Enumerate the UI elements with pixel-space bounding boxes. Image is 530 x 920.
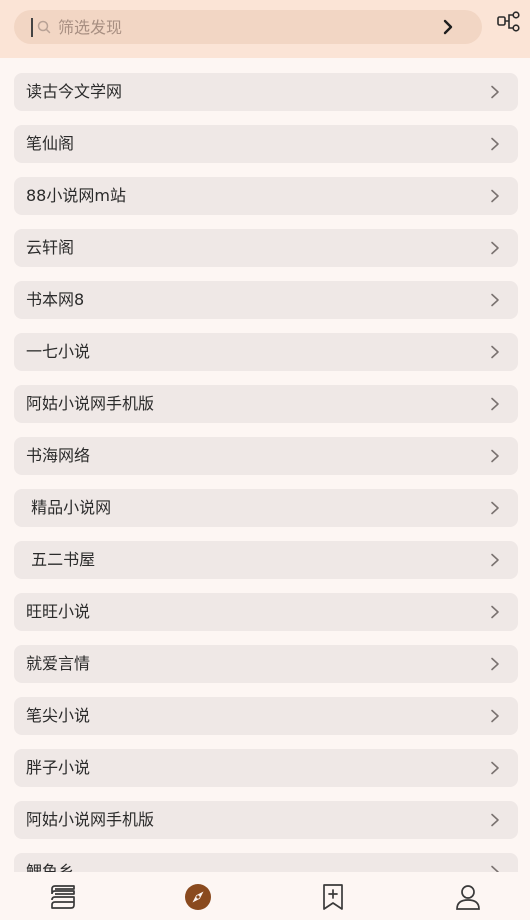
- source-list-item[interactable]: 胖子小说: [14, 749, 518, 787]
- source-list-item[interactable]: 云轩阁: [14, 229, 518, 267]
- chevron-right-icon: [491, 85, 499, 99]
- chevron-right-icon: [491, 397, 499, 411]
- source-name: 读古今文学网: [26, 82, 123, 101]
- source-list-item[interactable]: 88小说网m站: [14, 177, 518, 215]
- source-name: 就爱言情: [26, 654, 91, 673]
- source-name: 笔仙阁: [26, 134, 75, 153]
- text-caret: [31, 18, 33, 37]
- source-list-item[interactable]: 笔仙阁: [14, 125, 518, 163]
- source-list-item[interactable]: 阿姑小说网手机版: [14, 801, 518, 839]
- source-name: 一七小说: [26, 342, 91, 361]
- source-name: 书海网络: [26, 446, 91, 465]
- source-name: 五二书屋: [26, 550, 96, 569]
- source-list-item[interactable]: 阿姑小说网手机版: [14, 385, 518, 423]
- source-name: 笔尖小说: [26, 706, 91, 725]
- chevron-right-icon: [491, 137, 499, 151]
- source-name: 云轩阁: [26, 238, 75, 257]
- source-list-item[interactable]: 书海网络: [14, 437, 518, 475]
- source-name: 旺旺小说: [26, 602, 91, 621]
- source-list-item[interactable]: 书本网8: [14, 281, 518, 319]
- chevron-right-icon: [491, 761, 499, 775]
- source-list-item[interactable]: 旺旺小说: [14, 593, 518, 631]
- source-list-item[interactable]: 精品小说网: [14, 489, 518, 527]
- source-list: 读古今文学网 笔仙阁 88小说网m站 云轩阁 书本网8 一七小说 阿姑小说网手机版 书海网络 …: [14, 73, 518, 905]
- bookshelf-icon[interactable]: [48, 882, 78, 912]
- search-icon: [37, 20, 51, 34]
- search-input[interactable]: [58, 14, 428, 40]
- source-name: 阿姑小说网手机版: [26, 810, 155, 829]
- chevron-right-icon: [491, 605, 499, 619]
- chevron-right-icon[interactable]: [440, 19, 456, 35]
- source-name: 书本网8: [26, 290, 85, 309]
- share-nodes-icon[interactable]: [496, 10, 522, 36]
- chevron-right-icon: [491, 709, 499, 723]
- source-name: 88小说网m站: [26, 186, 126, 205]
- source-list-item[interactable]: 读古今文学网: [14, 73, 518, 111]
- source-list-item[interactable]: 五二书屋: [14, 541, 518, 579]
- bottom-tab-bar: [0, 872, 530, 920]
- chevron-right-icon: [491, 293, 499, 307]
- source-name: 胖子小说: [26, 758, 91, 777]
- chevron-right-icon: [491, 345, 499, 359]
- chevron-right-icon: [491, 189, 499, 203]
- source-name: 精品小说网: [26, 498, 112, 517]
- chevron-right-icon: [491, 813, 499, 827]
- source-list-item[interactable]: 一七小说: [14, 333, 518, 371]
- chevron-right-icon: [491, 501, 499, 515]
- chevron-right-icon: [491, 241, 499, 255]
- bookmark-add-icon[interactable]: [318, 882, 348, 912]
- chevron-right-icon: [491, 657, 499, 671]
- source-list-item[interactable]: 笔尖小说: [14, 697, 518, 735]
- chevron-right-icon: [491, 553, 499, 567]
- source-list-item[interactable]: 就爱言情: [14, 645, 518, 683]
- compass-icon[interactable]: [183, 882, 213, 912]
- chevron-right-icon: [491, 449, 499, 463]
- search-bar[interactable]: [14, 10, 482, 44]
- source-name: 阿姑小说网手机版: [26, 394, 155, 413]
- person-icon[interactable]: [453, 882, 483, 912]
- top-bar: [0, 0, 530, 58]
